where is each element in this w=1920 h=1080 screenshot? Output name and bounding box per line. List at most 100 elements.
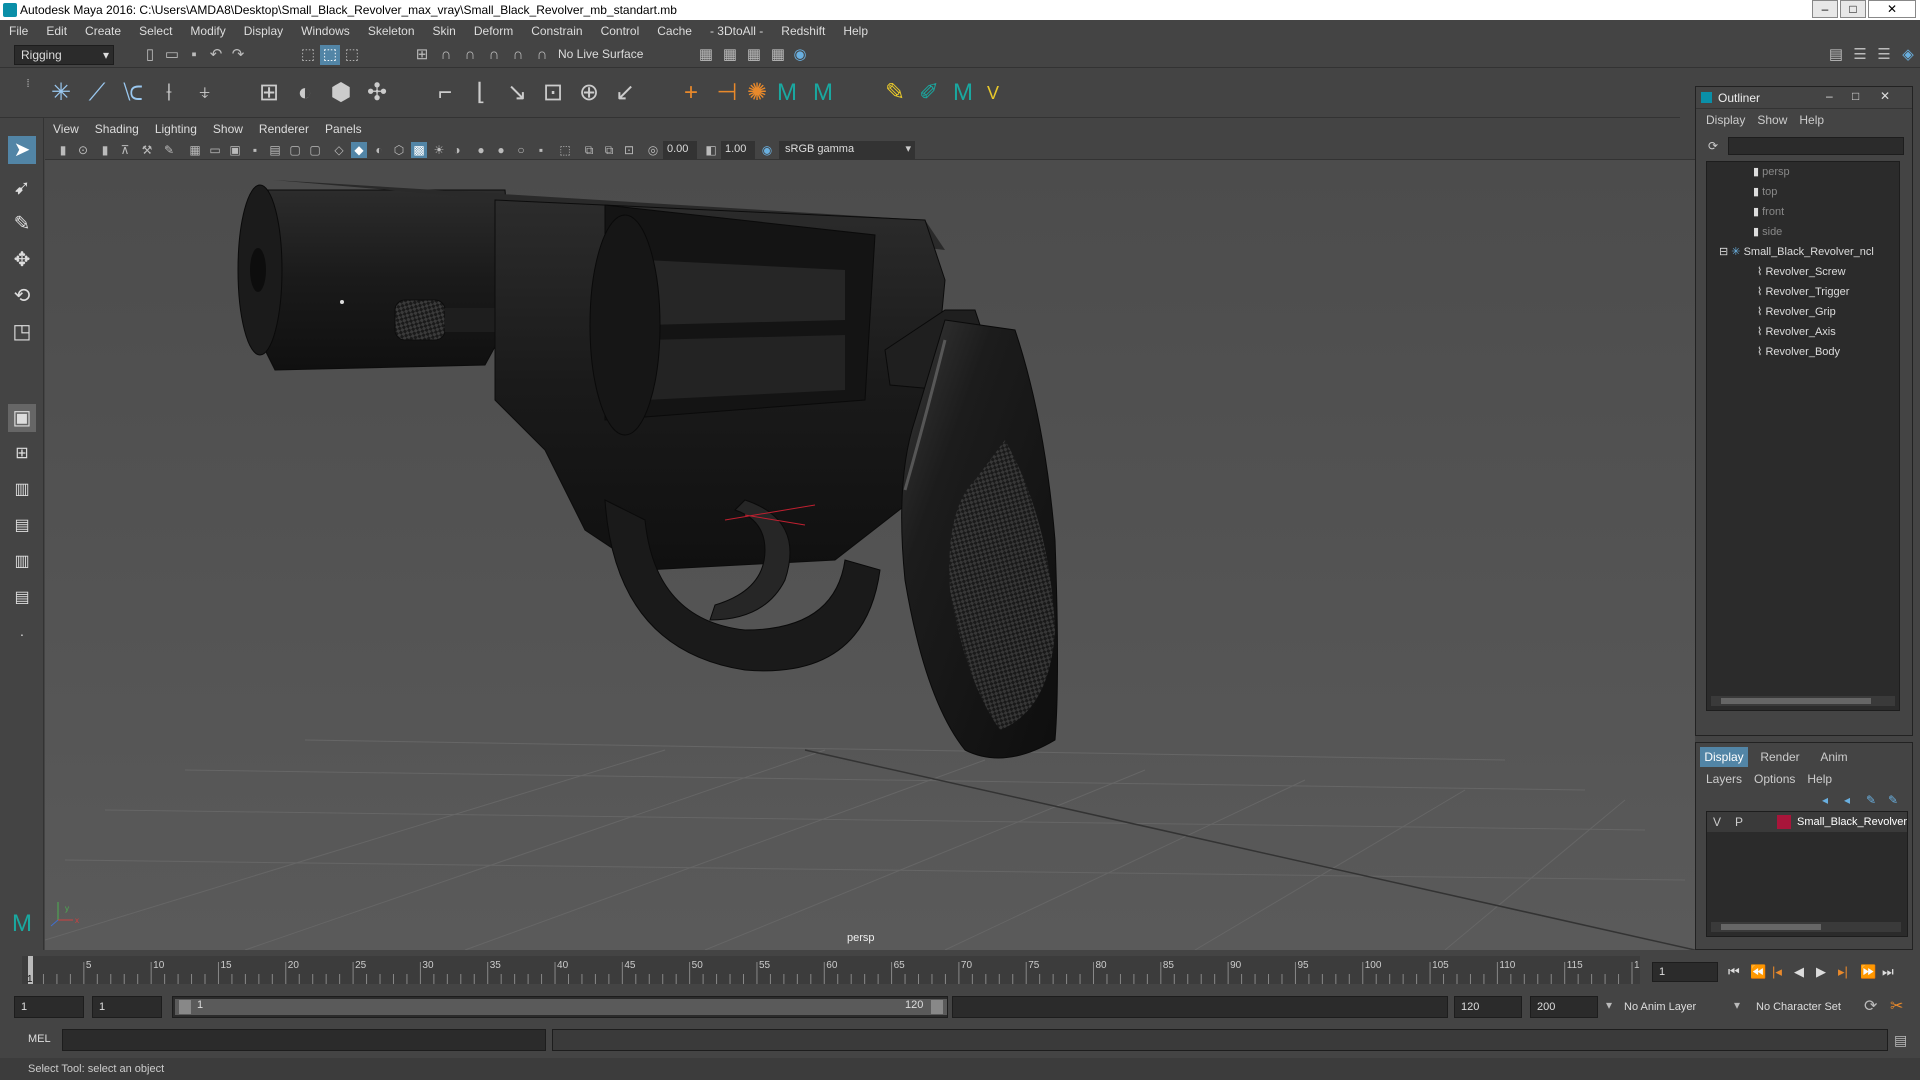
maximize-button[interactable]: □ [1840, 0, 1866, 18]
minimize-button[interactable]: – [1826, 89, 1833, 103]
start-time-field[interactable]: 1 [14, 996, 84, 1018]
maximize-button[interactable]: □ [1852, 89, 1859, 103]
ik-handle-icon[interactable]: ⟋ [82, 78, 112, 108]
panel-menu-renderer[interactable]: Renderer [251, 118, 317, 140]
exposure-field[interactable]: 0.00 [663, 141, 697, 159]
persp-graph-layout-icon[interactable]: ▤ [8, 512, 36, 540]
resolution-gate-icon[interactable]: ▣ [227, 142, 243, 158]
multisample-aa-icon[interactable]: ○ [513, 142, 529, 158]
collapse-icon[interactable]: ⊟ [1719, 246, 1728, 258]
layer-menu-layers[interactable]: Layers [1696, 772, 1748, 786]
tab-anim[interactable]: Anim [1810, 747, 1858, 767]
cluster-handle-icon[interactable]: ✺ [742, 78, 772, 108]
ipr-render-icon[interactable]: ▦ [744, 45, 764, 65]
hypershade-icon[interactable]: ◉ [790, 45, 810, 65]
refresh-icon[interactable]: ⟳ [1708, 139, 1718, 153]
rotate-tool-icon[interactable]: ⟲ [8, 282, 36, 310]
menu-skeleton[interactable]: Skeleton [359, 20, 424, 42]
hik-icon[interactable]: M [772, 78, 802, 108]
move-layer-down-icon[interactable]: ◂ [1844, 793, 1850, 807]
lasso-tool-icon[interactable]: ➹ [8, 174, 36, 202]
render-settings-icon[interactable]: ▦ [768, 45, 788, 65]
new-layer-icon[interactable]: ✎ [1866, 793, 1876, 807]
hik-control-icon[interactable]: M [948, 78, 978, 108]
menu-select[interactable]: Select [130, 20, 181, 42]
orient-constraint-icon[interactable]: ↘ [502, 78, 532, 108]
step-back-key-icon[interactable]: ⏪ [1750, 962, 1766, 982]
outliner-menu-help[interactable]: Help [1793, 113, 1830, 127]
layer-color-swatch[interactable] [1777, 815, 1791, 829]
anim-layer-dropdown[interactable]: No Anim Layer [1624, 996, 1730, 1018]
panel-menu-view[interactable]: View [45, 118, 87, 140]
open-scene-icon[interactable]: ▭ [162, 45, 182, 65]
menu-file[interactable]: File [0, 20, 37, 42]
select-by-object-icon[interactable]: ⬚ [320, 45, 340, 65]
menu-constrain[interactable]: Constrain [522, 20, 591, 42]
modeling-toolkit-icon[interactable]: ◈ [1898, 45, 1918, 65]
menu-redshift[interactable]: Redshift [772, 20, 834, 42]
lattice-icon[interactable]: ⬢ [326, 78, 356, 108]
persp-dope-sheet-layout-icon[interactable]: ▤ [8, 584, 36, 612]
outliner-search-input[interactable] [1728, 137, 1904, 155]
paint-tool-icon[interactable]: ✎ [880, 78, 910, 108]
ik-spline-icon[interactable]: ⟈ [118, 78, 148, 108]
scale-constraint-icon[interactable]: ⊡ [538, 78, 568, 108]
play-backwards-icon[interactable]: ◀ [1794, 962, 1804, 982]
step-forward-key-icon[interactable]: ⏩ [1860, 962, 1876, 982]
play-forwards-icon[interactable]: ▶ [1816, 962, 1826, 982]
move-layer-up-icon[interactable]: ◂ [1822, 793, 1828, 807]
perspective-viewport[interactable]: y x persp [45, 160, 1695, 950]
bind-skin-icon[interactable]: ⊞ [254, 78, 284, 108]
bookmark-icon[interactable]: ▮ [97, 142, 113, 158]
channel-box-toggle-icon[interactable]: ☰ [1874, 45, 1894, 65]
outliner-item-revolver-grip[interactable]: ⌇ Revolver_Grip [1757, 302, 1836, 322]
quick-rig-icon[interactable]: V [978, 78, 1008, 108]
gamma-field[interactable]: 1.00 [721, 141, 755, 159]
chevron-down-icon[interactable]: ▾ [1734, 998, 1740, 1012]
render-frame-icon[interactable]: ▦ [720, 45, 740, 65]
menu-control[interactable]: Control [592, 20, 649, 42]
panel-menu-show[interactable]: Show [205, 118, 251, 140]
snap-surface-icon[interactable]: ∩ [508, 45, 528, 65]
redo-icon[interactable]: ↷ [228, 45, 248, 65]
image-plane-icon[interactable]: ⊼ [117, 142, 133, 158]
gate-mask-icon[interactable]: ▪ [247, 142, 263, 158]
layer-menu-options[interactable]: Options [1748, 772, 1801, 786]
shadows-icon[interactable]: ◑ [449, 142, 465, 158]
menu-edit[interactable]: Edit [37, 20, 76, 42]
depth-of-field-icon[interactable]: ▪ [533, 142, 549, 158]
step-back-frame-icon[interactable]: |◂ [1772, 962, 1782, 982]
color-management-icon[interactable]: ◉ [759, 142, 775, 158]
layer-menu-help[interactable]: Help [1801, 772, 1838, 786]
menu-skin[interactable]: Skin [424, 20, 465, 42]
camera-select-icon[interactable]: ▮ [55, 142, 71, 158]
tab-display[interactable]: Display [1700, 747, 1748, 767]
snap-curve-icon[interactable]: ∩ [436, 45, 456, 65]
menu-set-dropdown[interactable]: Rigging ▾ [14, 45, 114, 65]
four-view-layout-icon[interactable]: ⊞ [8, 440, 36, 468]
mirror-joint-icon[interactable]: ⟊ [154, 78, 184, 108]
new-layer-selected-icon[interactable]: ✎ [1888, 793, 1898, 807]
film-gate-icon[interactable]: ▭ [207, 142, 223, 158]
save-scene-icon[interactable]: ▪ [184, 45, 204, 65]
persp-outliner-layout-icon[interactable]: ▥ [8, 476, 36, 504]
command-input[interactable] [62, 1029, 546, 1051]
gamma-icon[interactable]: ◧ [703, 142, 719, 158]
outliner-item-side[interactable]: ▮ side [1753, 222, 1782, 242]
single-perspective-layout-icon[interactable]: ▣ [8, 404, 36, 432]
select-tool-icon[interactable]: ➤ [8, 136, 36, 164]
snap-grid-icon[interactable]: ⊞ [412, 45, 432, 65]
parent-constraint-icon[interactable]: ⊕ [574, 78, 604, 108]
menu-deform[interactable]: Deform [465, 20, 522, 42]
shelf-options-icon[interactable]: ⁞ [18, 74, 38, 94]
range-slider-handle-bar[interactable] [175, 999, 947, 1015]
menu-modify[interactable]: Modify [181, 20, 234, 42]
panel-menu-panels[interactable]: Panels [317, 118, 370, 140]
hik-character-icon[interactable]: M [808, 78, 838, 108]
isolate-select-icon[interactable]: ⬚ [557, 142, 573, 158]
range-start-handle[interactable] [179, 1000, 191, 1014]
chevron-down-icon[interactable]: ▾ [1606, 998, 1612, 1012]
close-button[interactable]: ✕ [1868, 0, 1916, 18]
panel-menu-lighting[interactable]: Lighting [147, 118, 205, 140]
outliner-item-persp[interactable]: ▮ persp [1753, 162, 1790, 182]
